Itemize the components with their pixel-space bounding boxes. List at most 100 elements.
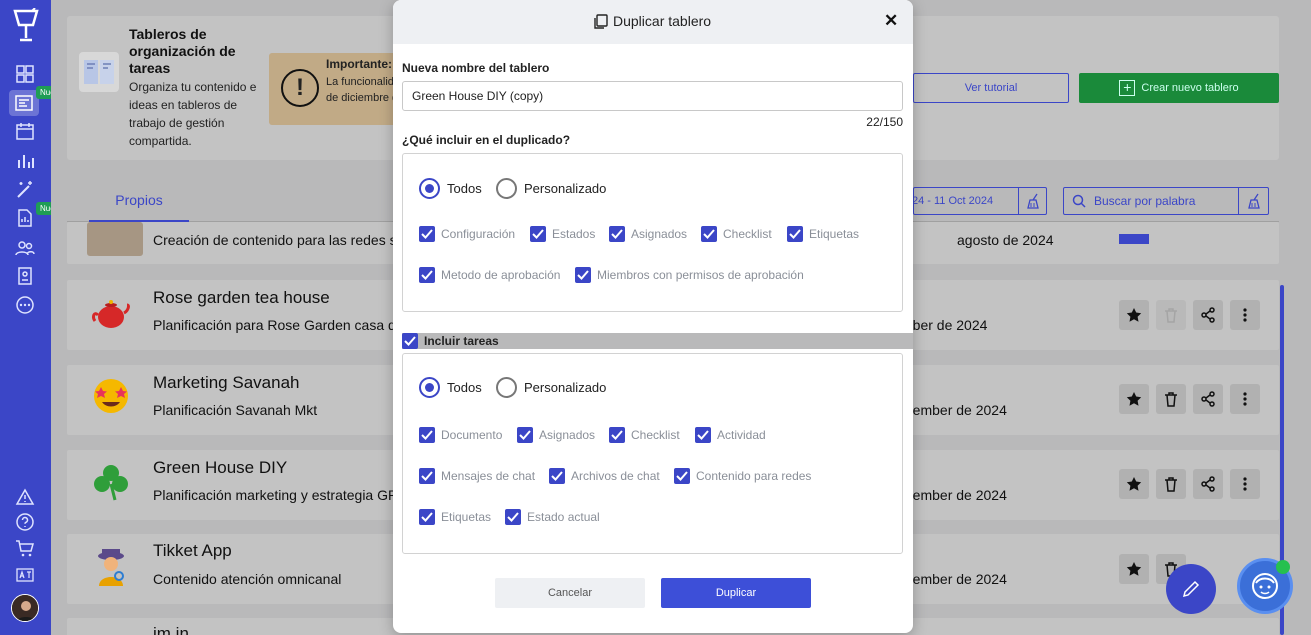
share-button[interactable] [1193,469,1223,499]
create-board-label: Crear nuevo tablero [1141,82,1239,94]
teapot-icon [92,300,130,328]
calendar-icon[interactable] [15,121,35,141]
board-name: Rose garden tea house [153,288,330,307]
favorite-button[interactable] [1119,384,1149,414]
trash-icon [1165,477,1177,492]
dialog-title: Duplicar tablero [613,13,712,29]
favorite-button[interactable] [1119,469,1149,499]
board-description: Planificación Savanah Mkt [153,402,318,418]
exclamation-icon: ! [281,69,319,107]
plus-icon: + [1119,80,1136,97]
board-date: tober de 2024 [901,317,988,333]
dashboard-icon[interactable] [15,64,35,84]
tutorial-button[interactable]: Ver tutorial [913,73,1069,103]
board-name-label: Nueva nombre del tablero [402,61,550,75]
robot-assistant-icon [1252,573,1278,599]
translate-icon[interactable] [15,565,35,585]
delete-button[interactable] [1156,300,1186,330]
boards-icon [15,95,33,111]
analytics-icon[interactable] [15,151,35,171]
contacts-icon[interactable] [15,266,35,286]
alert-icon[interactable] [15,487,35,507]
star-icon [1126,562,1142,576]
share-button[interactable] [1193,384,1223,414]
more-icon[interactable] [15,295,35,315]
important-notice: ! Importante: La funcionalid de diciembr… [269,53,409,125]
search-icon [1072,194,1086,208]
cart-icon[interactable] [15,538,35,558]
avatar[interactable] [11,594,39,622]
search-input[interactable] [1094,191,1234,211]
share-icon [1201,476,1215,492]
shamrock-icon [94,465,128,501]
more-options-button[interactable] [1230,384,1260,414]
board-action-favorite[interactable] [1119,234,1149,244]
clear-date-button[interactable] [1018,188,1046,214]
favorite-button[interactable] [1119,300,1149,330]
sidebar-item-boards[interactable] [9,90,39,116]
check-icon [697,430,709,440]
check-icon [611,229,623,239]
document-icon[interactable] [15,208,35,228]
check-icon [577,270,589,280]
vertical-dots-icon [1243,392,1247,406]
check-icon [676,471,688,481]
cancel-button[interactable]: Cancelar [495,578,645,608]
include-tasks-checkbox[interactable]: Incluir tareas [402,333,913,349]
team-icon[interactable] [15,238,35,258]
board-name: im.in [153,624,189,635]
share-button[interactable] [1193,300,1223,330]
trash-icon [1165,308,1177,323]
favorite-button[interactable] [1119,554,1149,584]
board-date: ptember de 2024 [901,487,1007,503]
clear-search-button[interactable] [1238,188,1268,214]
boards-illustration-icon [79,52,119,92]
delete-button[interactable] [1156,469,1186,499]
board-name-input[interactable] [402,81,903,111]
date-range-filter[interactable]: 24 - 11 Oct 2024 [913,187,1047,215]
page-description: Organiza tu contenido e ideas en tablero… [129,80,257,148]
board-date: ptember de 2024 [901,402,1007,418]
check-icon [421,270,433,280]
board-thumbnail [87,222,143,256]
duplicate-button[interactable]: Duplicar [661,578,811,608]
board-date: agosto de 2024 [957,232,1054,248]
detective-icon [98,549,124,586]
magic-wand-icon[interactable] [15,180,35,200]
duplicate-board-dialog: Duplicar tablero ✕ Nueva nombre del tabl… [393,0,913,633]
check-icon [532,229,544,239]
logo-icon[interactable] [12,8,40,44]
check-icon [421,430,433,440]
notice-text-line-1: La funcionalid [326,76,394,88]
notice-title: Importante: [326,57,392,71]
board-name: Tikket App [153,541,232,560]
character-counter: 22/150 [866,115,903,129]
vertical-dots-icon [1243,308,1247,322]
more-options-button[interactable] [1230,469,1260,499]
check-icon [789,229,801,239]
dialog-header: Duplicar tablero ✕ [393,0,913,44]
check-icon [703,229,715,239]
star-struck-emoji-icon [94,379,128,413]
board-description: Planificación para Rose Garden casa de [153,317,404,333]
check-icon [551,471,563,481]
broom-icon [1248,193,1260,209]
page-title: Tableros de organización de tareas [129,26,236,76]
date-range-value: 24 - 11 Oct 2024 [913,195,994,207]
check-icon [519,430,531,440]
pencil-icon [1182,580,1200,598]
star-icon [1126,477,1142,491]
close-icon[interactable]: ✕ [884,12,898,29]
edit-fab-button[interactable] [1166,564,1216,614]
user-avatar-icon [12,595,38,621]
delete-button[interactable] [1156,384,1186,414]
more-options-button[interactable] [1230,300,1260,330]
board-description: Planificación marketing y estrategia GR [153,487,399,503]
create-board-button[interactable]: + Crear nuevo tablero [1079,73,1279,103]
board-name: Green House DIY [153,458,288,477]
search-field[interactable] [1063,187,1269,215]
tab-own[interactable]: Propios [89,180,189,222]
help-icon[interactable] [15,512,35,532]
vertical-dots-icon [1243,477,1247,491]
sidebar: Nuevo Nuevo [0,0,68,635]
